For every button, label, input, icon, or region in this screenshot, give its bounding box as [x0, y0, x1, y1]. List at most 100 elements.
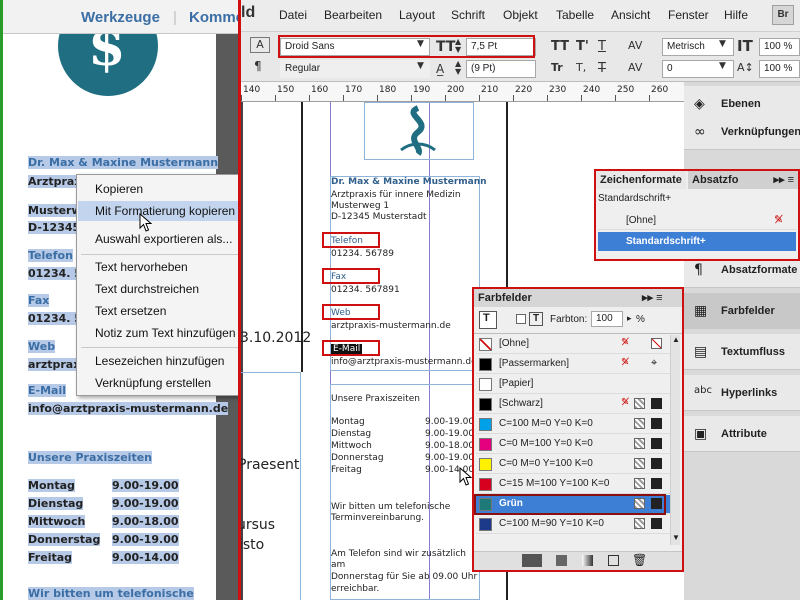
- chevron-down-icon[interactable]: ▼: [417, 61, 424, 71]
- swatch-row[interactable]: [Ohne] ✎̸: [476, 335, 680, 354]
- tab-zeichenformate[interactable]: Zeichenformate: [596, 171, 686, 189]
- ruler-label: 150: [277, 85, 295, 95]
- swatch-chip: [479, 358, 492, 371]
- vertical-scale-field[interactable]: 100 %: [759, 38, 800, 56]
- fill-stroke-icon[interactable]: T: [479, 311, 497, 329]
- dock-textumfluss[interactable]: ▤ Textumfluss: [684, 334, 800, 370]
- swatch-row[interactable]: C=0 M=0 Y=100 K=0: [476, 455, 680, 474]
- swatches-panel: Farbfelder ▸▸ ≡ T T Farbton: 100 ▸ % [Oh…: [472, 287, 684, 572]
- dock-farbfelder[interactable]: ▦ Farbfelder: [684, 293, 800, 329]
- menu-bearbeiten[interactable]: Bearbeiten: [324, 8, 382, 22]
- ruler-label: 250: [617, 85, 635, 95]
- chevron-down-icon[interactable]: ▼: [719, 39, 726, 49]
- style-row-selected[interactable]: Standardschrift+: [598, 232, 796, 251]
- swatch-row[interactable]: C=100 M=0 Y=0 K=0: [476, 415, 680, 434]
- stepper-icon[interactable]: ▲ ▼: [455, 60, 461, 76]
- trash-icon[interactable]: 🗑: [632, 553, 647, 567]
- leading-icon: A̲: [436, 62, 445, 76]
- swatch-row[interactable]: C=100 M=90 Y=10 K=0: [476, 515, 680, 534]
- tab-kommentare[interactable]: Kommentare: [189, 9, 240, 26]
- menu-replace-text[interactable]: Text ersetzen: [78, 301, 240, 321]
- formatting-container-icon[interactable]: [516, 314, 526, 324]
- swatches-panel-header: Farbfelder ▸▸ ≡: [474, 289, 682, 307]
- tab-absatzformate[interactable]: Absatzfo: [688, 171, 748, 189]
- menu-fenster[interactable]: Fenster: [668, 8, 709, 22]
- all-caps-icon[interactable]: TT: [551, 39, 569, 54]
- control-bar: A ¶ Droid Sans ▼ Regular ▼ TT A̲ 7,5 Pt …: [241, 32, 800, 82]
- app-switcher-button[interactable]: Br: [772, 5, 794, 25]
- gradient-icon[interactable]: [582, 555, 593, 566]
- menu-objekt[interactable]: Objekt: [503, 8, 538, 22]
- canvas-note: Donnerstag für Sie ab 09.00 Uhr: [331, 572, 478, 582]
- menu-tabelle[interactable]: Tabelle: [556, 8, 594, 22]
- registration-icon: ⌖: [651, 357, 658, 369]
- swatches-title: Farbfelder: [478, 292, 532, 304]
- character-mode-icon[interactable]: A: [250, 37, 270, 53]
- dock-verknuepfungen[interactable]: ∞ Verknüpfungen: [684, 114, 800, 150]
- superscript-icon[interactable]: T': [576, 39, 589, 54]
- menu-highlight-text[interactable]: Text hervorheben: [78, 257, 240, 277]
- new-swatch-icon[interactable]: [608, 555, 619, 566]
- doc-hours-time: 9.00-19.00: [112, 533, 179, 546]
- menu-create-link[interactable]: Verknüpfung erstellen: [78, 373, 240, 393]
- swatch-views-icon[interactable]: [522, 554, 542, 567]
- swatch-row[interactable]: C=15 M=100 Y=100 K=0: [476, 475, 680, 494]
- menu-add-bookmark[interactable]: Lesezeichen hinzufügen: [78, 351, 240, 371]
- style-row[interactable]: [Ohne] ✎̸: [598, 211, 796, 230]
- strikethrough-icon[interactable]: T: [598, 61, 606, 76]
- menu-ansicht[interactable]: Ansicht: [611, 8, 650, 22]
- dock-label: Attribute: [721, 428, 767, 440]
- tint-label: Farbton:: [550, 314, 588, 325]
- menu-hilfe[interactable]: Hilfe: [724, 8, 748, 22]
- small-caps-icon[interactable]: Tr: [551, 61, 563, 74]
- text-frame: [241, 372, 301, 600]
- panel-menu-icon[interactable]: ▸▸ ≡: [748, 171, 798, 189]
- tab-werkzeuge[interactable]: Werkzeuge: [81, 9, 160, 26]
- menu-export-selection[interactable]: Auswahl exportieren als...: [78, 229, 240, 249]
- swatch-name: [Passermarken]: [499, 358, 570, 369]
- menu-copy-with-formatting[interactable]: Mit Formatierung kopieren: [78, 201, 240, 221]
- panel-menu-icon[interactable]: ▸▸ ≡: [642, 289, 663, 307]
- horizontal-scale-field[interactable]: 100 %: [759, 60, 800, 78]
- swatch-chip: [479, 458, 492, 471]
- menu-datei[interactable]: Datei: [279, 8, 307, 22]
- doc-hours-day: Donnerstag: [28, 533, 101, 546]
- menu-copy[interactable]: Kopieren: [78, 179, 240, 199]
- chevron-down-icon[interactable]: ▼: [719, 61, 726, 71]
- doc-street: Musterw: [28, 204, 82, 217]
- swatch-name: C=0 M=100 Y=0 K=0: [499, 438, 593, 449]
- font-style-select[interactable]: Regular: [280, 60, 430, 78]
- text-fragment: isto: [241, 537, 265, 553]
- menu-schrift[interactable]: Schrift: [451, 8, 485, 22]
- doc-hours-time: 9.00-18.00: [112, 515, 179, 528]
- tint-stepper-icon[interactable]: ▸: [627, 313, 632, 324]
- swatch-row[interactable]: [Passermarken] ✎̸ ⌖: [476, 355, 680, 374]
- swatch-scrollbar[interactable]: ▲ ▼: [670, 335, 680, 545]
- formatting-text-icon[interactable]: T: [529, 312, 543, 326]
- canvas-note: Wir bitten um telefonische: [331, 502, 451, 512]
- dock-hyperlinks[interactable]: abc Hyperlinks: [684, 375, 800, 411]
- logo-graphic: [400, 105, 436, 156]
- canvas-web: arztpraxis-mustermann.de: [331, 321, 451, 331]
- menu-layout[interactable]: Layout: [399, 8, 435, 22]
- text-fragment: Praesent: [241, 457, 300, 473]
- subscript-icon[interactable]: T,: [576, 61, 586, 74]
- menu-strikethrough-text[interactable]: Text durchstreichen: [78, 279, 240, 299]
- tint-unit: %: [636, 314, 645, 325]
- doc-web-label: Web: [28, 340, 56, 353]
- underline-icon[interactable]: T: [598, 39, 606, 54]
- leading-field[interactable]: (9 Pt): [466, 60, 536, 78]
- paragraph-mode-icon[interactable]: ¶: [254, 59, 262, 73]
- dock-attribute[interactable]: ▣ Attribute: [684, 416, 800, 452]
- ruler-label: 220: [515, 85, 533, 95]
- tint-field[interactable]: 100: [591, 311, 623, 327]
- doc-hours-day: Dienstag: [28, 497, 84, 510]
- panel-dock: ◈ Ebenen ∞ Verknüpfungen ¶ Absatzformate…: [684, 82, 800, 600]
- menu-add-note[interactable]: Notiz zum Text hinzufügen: [78, 323, 240, 343]
- color-group-icon[interactable]: [556, 555, 567, 566]
- style-name: [Ohne]: [626, 215, 657, 226]
- swatch-row[interactable]: [Papier]: [476, 375, 680, 394]
- swatch-chip: [479, 398, 492, 411]
- swatch-row[interactable]: C=0 M=100 Y=0 K=0: [476, 435, 680, 454]
- swatch-row[interactable]: [Schwarz] ✎̸: [476, 395, 680, 414]
